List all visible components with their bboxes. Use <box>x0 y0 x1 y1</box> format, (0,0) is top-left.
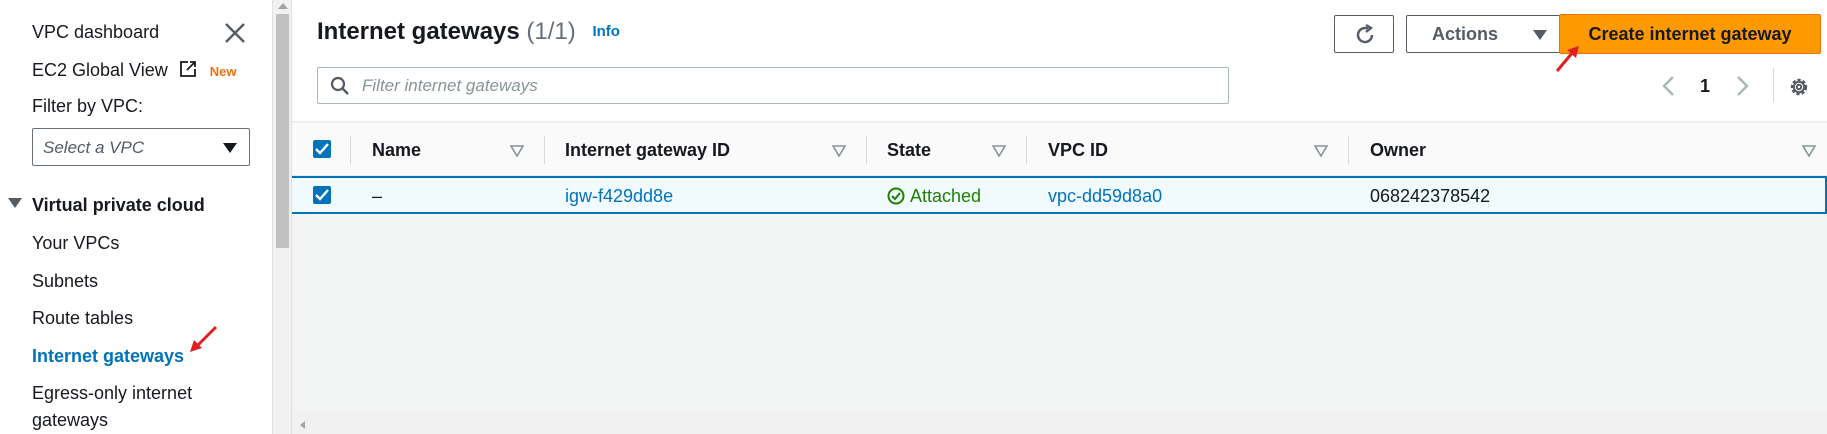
search-icon <box>330 76 349 95</box>
cell-name: – <box>372 186 383 206</box>
column-header-internet-gateway-id[interactable]: Internet gateway ID <box>565 140 730 161</box>
vpc-filter-select[interactable]: Select a VPC <box>32 128 250 166</box>
scroll-up-icon[interactable] <box>278 3 288 9</box>
sort-icon[interactable] <box>832 145 846 157</box>
sidebar: VPC dashboard EC2 Global View New Filter… <box>0 0 272 434</box>
info-link[interactable]: Info <box>592 23 620 40</box>
status-success-icon <box>887 187 905 205</box>
actions-label: Actions <box>1432 24 1499 44</box>
column-separator[interactable] <box>544 136 545 164</box>
egress-label-line2: gateways <box>32 410 109 430</box>
chevron-down-icon <box>223 143 237 153</box>
column-header-vpc-id[interactable]: VPC ID <box>1048 140 1108 161</box>
cell-state: Attached <box>887 186 981 207</box>
horizontal-scrollbar[interactable] <box>292 414 1827 434</box>
item-count: (1/1) <box>526 18 576 45</box>
chevron-right-icon[interactable] <box>1732 74 1752 98</box>
sort-icon[interactable] <box>992 145 1006 157</box>
sidebar-scrollbar[interactable] <box>272 0 292 434</box>
nav-ec2-global-view[interactable]: EC2 Global View New <box>32 60 237 81</box>
table-header: Name Internet gateway ID State VPC ID Ow… <box>292 123 1827 176</box>
filter-input[interactable] <box>360 69 1220 102</box>
filter-by-vpc-label: Filter by VPC: <box>32 96 144 116</box>
annotation-arrow-icon <box>1555 46 1579 72</box>
create-internet-gateway-button[interactable]: Create internet gateway <box>1559 14 1821 54</box>
close-icon[interactable] <box>222 20 248 46</box>
new-badge: New <box>209 64 237 79</box>
sidebar-item-subnets[interactable]: Subnets <box>32 271 98 292</box>
sort-icon[interactable] <box>1802 145 1816 157</box>
cell-internet-gateway-id[interactable]: igw-f429dd8e <box>565 186 673 207</box>
pager-divider <box>1773 68 1774 102</box>
table-row[interactable]: – igw-f429dd8e Attached vpc-dd59d8a0 068… <box>292 176 1827 214</box>
section-virtual-private-cloud[interactable]: Virtual private cloud <box>8 195 205 216</box>
refresh-icon <box>1356 23 1374 44</box>
sort-icon[interactable] <box>510 145 524 157</box>
filter-search-box[interactable] <box>317 67 1229 104</box>
scroll-left-icon[interactable] <box>300 421 305 429</box>
check-icon <box>315 143 329 155</box>
sort-icon[interactable] <box>1314 145 1328 157</box>
check-icon <box>315 189 329 201</box>
page-header: Internet gateways (1/1) Info Actions Cre… <box>292 0 1827 122</box>
refresh-button[interactable] <box>1334 15 1394 53</box>
sidebar-item-egress-only-internet-gateways[interactable]: Egress-only internet gateways <box>32 383 192 431</box>
page-title: Internet gateways (1/1) Info <box>317 18 620 46</box>
column-separator[interactable] <box>866 136 867 164</box>
row-select-checkbox[interactable] <box>313 186 331 204</box>
gear-icon[interactable] <box>1787 75 1811 99</box>
chevron-down-icon <box>1533 30 1547 40</box>
section-label: Virtual private cloud <box>32 195 205 215</box>
cell-owner: 068242378542 <box>1370 186 1491 206</box>
nav-vpc-dashboard[interactable]: VPC dashboard <box>32 22 159 43</box>
cell-state-text: Attached <box>910 186 982 206</box>
page-number[interactable]: 1 <box>1700 76 1710 97</box>
column-header-owner[interactable]: Owner <box>1370 140 1426 161</box>
column-separator[interactable] <box>1026 136 1027 164</box>
chevron-left-icon[interactable] <box>1659 74 1679 98</box>
sidebar-item-internet-gateways[interactable]: Internet gateways <box>32 346 184 367</box>
column-separator <box>350 136 351 164</box>
main-content: Internet gateways (1/1) Info Actions Cre… <box>292 0 1827 434</box>
scroll-thumb[interactable] <box>276 14 289 248</box>
external-link-icon <box>179 61 196 77</box>
annotation-arrow-icon <box>190 325 218 352</box>
column-separator[interactable] <box>1348 136 1349 164</box>
page-title-text: Internet gateways <box>317 18 520 45</box>
column-header-name[interactable]: Name <box>372 140 421 161</box>
caret-down-icon <box>8 198 22 208</box>
vpc-filter-placeholder: Select a VPC <box>43 138 145 157</box>
sidebar-item-your-vpcs[interactable]: Your VPCs <box>32 233 119 254</box>
cell-vpc-id[interactable]: vpc-dd59d8a0 <box>1048 186 1162 207</box>
nav-ec2-global-view-label: EC2 Global View <box>32 60 168 80</box>
select-all-checkbox[interactable] <box>313 140 331 158</box>
sidebar-item-route-tables[interactable]: Route tables <box>32 308 133 329</box>
column-header-state[interactable]: State <box>887 140 931 161</box>
egress-label-line1: Egress-only internet <box>32 383 193 403</box>
